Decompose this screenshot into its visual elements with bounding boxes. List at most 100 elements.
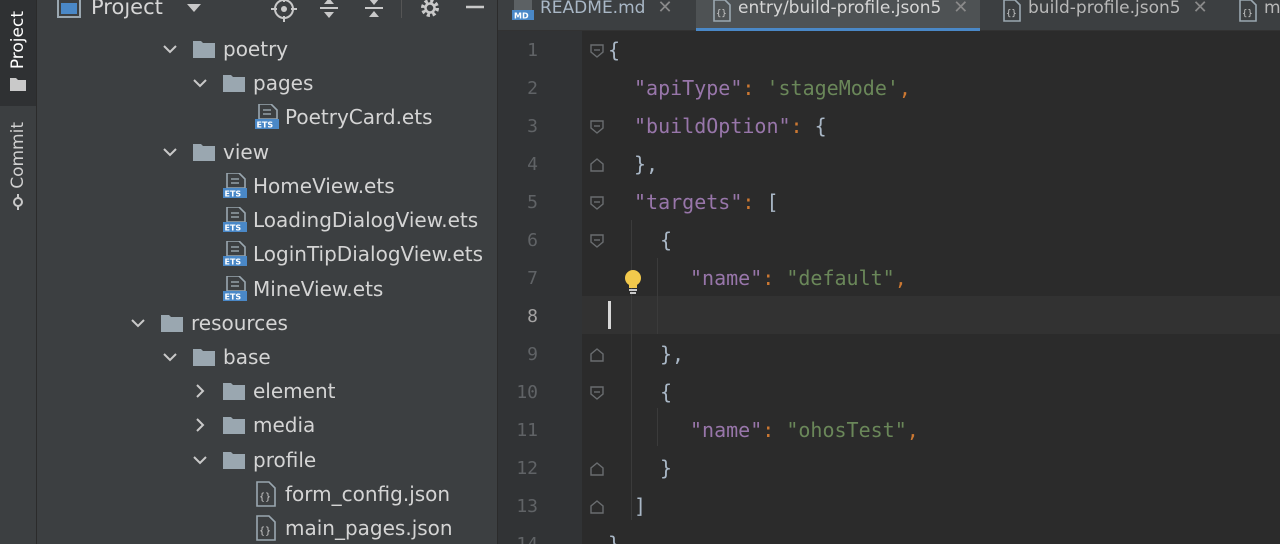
tree-item-label: media	[253, 413, 316, 437]
lightbulb-icon[interactable]	[622, 268, 644, 296]
chevron-down-icon[interactable]	[191, 74, 209, 92]
tree-item[interactable]: media	[37, 408, 497, 442]
tree-item[interactable]: pages	[37, 66, 497, 100]
folder-icon	[223, 382, 245, 400]
chevron-down-icon[interactable]	[191, 451, 209, 469]
folder-icon	[223, 74, 245, 92]
tool-window-strip: Project Commit	[0, 0, 37, 544]
json-key: "apiType"	[634, 76, 743, 100]
folder-icon	[223, 451, 245, 469]
tool-tab-commit[interactable]: Commit	[0, 118, 36, 218]
json-string: "default"	[786, 266, 895, 290]
comma: ,	[898, 76, 911, 100]
text-caret	[608, 301, 611, 329]
editor-tab-m[interactable]: {} m	[1238, 0, 1280, 30]
fold-open-icon[interactable]	[590, 119, 604, 134]
editor-tab-readme[interactable]: MD README.md ✕	[512, 0, 673, 30]
chevron-down-icon[interactable]	[161, 348, 179, 366]
project-panel-header: Project	[37, 0, 497, 30]
json-file-icon: {}	[255, 481, 279, 507]
colon: :	[742, 76, 767, 100]
tool-tab-project[interactable]: Project	[0, 0, 36, 106]
line-number[interactable]: 1	[498, 40, 538, 61]
tree-item[interactable]: {} main_pages.json	[37, 511, 497, 544]
tree-item-label: element	[253, 379, 336, 403]
header-divider	[401, 0, 402, 18]
chevron-down-icon[interactable]	[129, 314, 147, 332]
tree-item[interactable]: ETS LoginTipDialogView.ets	[37, 237, 497, 271]
svg-text:ETS: ETS	[225, 224, 242, 233]
line-number[interactable]: 11	[498, 420, 538, 441]
folder-icon	[193, 40, 215, 58]
ets-file-icon: ETS	[255, 103, 279, 130]
chevron-down-icon[interactable]	[161, 143, 179, 161]
line-number[interactable]: 7	[498, 268, 538, 289]
line-number[interactable]: 4	[498, 154, 538, 175]
svg-text:ETS: ETS	[225, 293, 242, 302]
tree-item-label: LoadingDialogView.ets	[253, 208, 479, 232]
close-icon[interactable]: ✕	[1193, 0, 1208, 18]
tool-tab-project-label: Project	[8, 11, 28, 70]
fold-open-icon[interactable]	[590, 43, 604, 58]
tree-item[interactable]: resources	[37, 306, 497, 340]
tree-item-label: poetry	[223, 37, 289, 61]
fold-close-icon[interactable]	[590, 461, 604, 476]
tree-item[interactable]: ETS HomeView.ets	[37, 169, 497, 203]
expand-all-icon[interactable]	[318, 0, 340, 24]
chevron-down-icon[interactable]	[161, 40, 179, 58]
close-icon[interactable]: ✕	[953, 0, 968, 18]
close-brace: },	[634, 152, 659, 176]
chevron-right-icon[interactable]	[191, 382, 209, 400]
tree-item[interactable]: ETS LoadingDialogView.ets	[37, 203, 497, 237]
svg-text:{}: {}	[259, 526, 271, 537]
chevron-right-icon[interactable]	[191, 416, 209, 434]
tree-item[interactable]: element	[37, 374, 497, 408]
json-file-icon: {}	[712, 0, 732, 27]
locate-file-icon[interactable]	[271, 0, 297, 26]
svg-text:{}: {}	[1006, 9, 1017, 19]
json-key: "name"	[690, 266, 763, 290]
line-number[interactable]: 8	[498, 306, 538, 327]
svg-text:ETS: ETS	[225, 190, 242, 199]
tree-item[interactable]: profile	[37, 443, 497, 477]
json-string: "ohosTest"	[786, 418, 907, 442]
minimize-icon[interactable]	[465, 0, 485, 18]
line-number[interactable]: 12	[498, 458, 538, 479]
fold-close-icon[interactable]	[590, 347, 604, 362]
line-number[interactable]: 9	[498, 344, 538, 365]
editor-tab-entry-build-profile[interactable]: {} entry/build-profile.json5 ✕	[696, 0, 981, 31]
colon: :	[742, 190, 767, 214]
folder-icon	[193, 348, 215, 366]
line-number[interactable]: 3	[498, 116, 538, 137]
open-brace: {	[660, 228, 673, 252]
collapse-all-icon[interactable]	[363, 0, 385, 24]
fold-open-icon[interactable]	[590, 233, 604, 248]
fold-open-icon[interactable]	[590, 385, 604, 400]
fold-close-icon[interactable]	[590, 499, 604, 514]
line-number[interactable]: 2	[498, 78, 538, 99]
line-number[interactable]: 6	[498, 230, 538, 251]
editor-tab-label: m	[1264, 0, 1280, 18]
tree-item-label: base	[223, 345, 271, 369]
tree-item-label: main_pages.json	[285, 516, 453, 540]
gear-icon[interactable]	[418, 0, 442, 24]
line-number[interactable]: 10	[498, 382, 538, 403]
line-number[interactable]: 5	[498, 192, 538, 213]
line-number[interactable]: 13	[498, 496, 538, 517]
colon: :	[790, 114, 815, 138]
tree-item[interactable]: view	[37, 135, 497, 169]
editor-tab-label: README.md	[540, 0, 646, 18]
line-number[interactable]: 14	[498, 534, 538, 544]
tree-item[interactable]: {} form_config.json	[37, 477, 497, 511]
tree-item[interactable]: ETS MineView.ets	[37, 272, 497, 306]
tree-item[interactable]: ETS PoetryCard.ets	[37, 100, 497, 134]
tree-item[interactable]: poetry	[37, 32, 497, 66]
folder-icon	[223, 416, 245, 434]
dropdown-arrow-icon[interactable]	[185, 0, 203, 19]
fold-open-icon[interactable]	[590, 195, 604, 210]
project-panel-title[interactable]: Project	[91, 0, 163, 19]
fold-close-icon[interactable]	[590, 157, 604, 172]
close-icon[interactable]: ✕	[657, 0, 672, 18]
editor-tab-build-profile[interactable]: {} build-profile.json5 ✕	[1002, 0, 1208, 30]
tree-item[interactable]: base	[37, 340, 497, 374]
